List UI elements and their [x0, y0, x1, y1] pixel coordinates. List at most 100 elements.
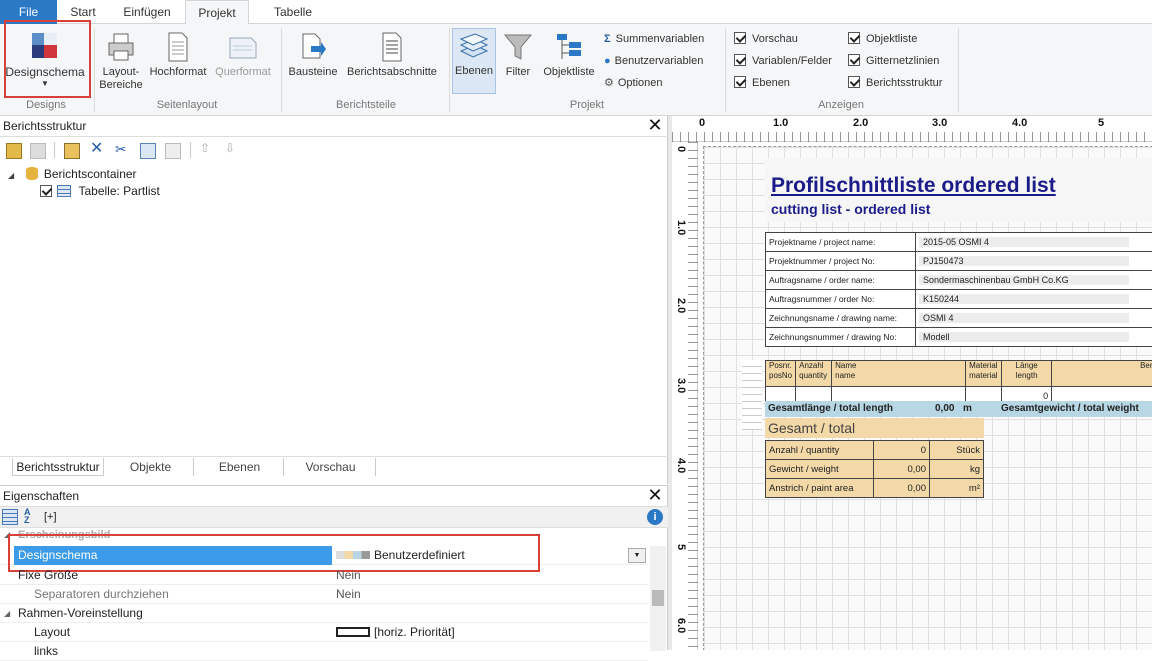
info-label: Auftragsname / order name:: [769, 275, 875, 285]
title-block[interactable]: Profilschnittliste ordered list cutting …: [765, 158, 1152, 222]
prop-row-layout[interactable]: Layout [horiz. Priorität]: [0, 623, 648, 642]
ruler-label: 3.0: [675, 378, 687, 393]
tree-node-berichtscontainer[interactable]: ◢ Berichtscontainer: [8, 166, 137, 182]
add-disabled-icon[interactable]: [30, 143, 46, 159]
ruler-label: 6.0: [675, 618, 687, 633]
prop-row-separatoren[interactable]: Separatoren durchziehen Nein: [0, 585, 648, 604]
info-value: OSMI 4: [919, 313, 1129, 323]
summenvariablen-button[interactable]: ΣSummenvariablen: [604, 31, 704, 47]
prop-name: Separatoren durchziehen: [34, 585, 348, 604]
properties-icon[interactable]: [64, 143, 80, 159]
ruler-label: 0: [699, 117, 705, 129]
layout-bereiche-button[interactable]: Layout- Bereiche: [96, 32, 146, 92]
checkbox-checked-icon: [848, 54, 860, 66]
partlist-table[interactable]: Posnr.posNoAnzahlquantityNamenameMateria…: [765, 360, 1152, 406]
layers-icon: [459, 33, 489, 61]
move-down-icon[interactable]: ⇩: [225, 140, 241, 156]
tab-tabelle[interactable]: Tabelle: [258, 0, 328, 24]
cut-icon[interactable]: ✂: [115, 141, 131, 157]
column-header-line2: material: [969, 371, 997, 380]
categorized-view-icon[interactable]: [2, 509, 18, 525]
project-info-table[interactable]: Projektname / project name:2015-05 OSMI …: [765, 232, 1152, 347]
filter-button[interactable]: Filter: [498, 32, 538, 79]
close-icon[interactable]: ✕: [646, 117, 664, 135]
report-canvas[interactable]: 0 1.0 2.0 3.0 4.0 5 0 1.0 2.0 3.0 4.0 5 …: [672, 116, 1152, 650]
prop-value[interactable]: Nein: [336, 566, 636, 585]
dropdown-arrow-icon[interactable]: ▼: [628, 548, 646, 563]
tab-objekte[interactable]: Objekte: [108, 458, 194, 476]
vorschau-checkbox[interactable]: Vorschau: [734, 31, 798, 47]
objektliste-button[interactable]: Objektliste: [538, 32, 600, 79]
move-up-icon[interactable]: ⇧: [200, 140, 216, 156]
ruler-label: 4.0: [1012, 117, 1027, 129]
sort-az-icon[interactable]: AZ: [24, 508, 40, 524]
tab-vorschau[interactable]: Vorschau: [286, 458, 376, 476]
totals-table[interactable]: Anzahl / quantity0StückGewicht / weight0…: [765, 440, 984, 498]
prop-value[interactable]: Nein: [336, 585, 636, 604]
totals-row: Anzahl / quantity0Stück: [766, 441, 984, 460]
filter-icon: [503, 32, 533, 62]
ebenen-checkbox[interactable]: Ebenen: [734, 75, 790, 91]
hochformat-button[interactable]: Hochformat: [145, 32, 211, 79]
info-value: Sondermaschinenbau GmbH Co.KG: [919, 275, 1129, 285]
querformat-button[interactable]: Querformat: [210, 32, 276, 79]
tab-berichtsstruktur[interactable]: Berichtsstruktur: [12, 458, 104, 476]
totals-value: 0,00: [874, 460, 930, 479]
copy-icon[interactable]: [140, 143, 156, 159]
designschema-highlight: [4, 20, 91, 98]
tab-einfuegen[interactable]: Einfügen: [110, 0, 184, 24]
totals-value: 0,00: [874, 479, 930, 498]
scrollbar-thumb[interactable]: [652, 590, 664, 606]
variablen-felder-checkbox[interactable]: Variablen/Felder: [734, 53, 832, 69]
expand-all-button[interactable]: [+]: [44, 509, 68, 525]
paste-icon[interactable]: [165, 143, 181, 159]
objektliste-checkbox[interactable]: Objektliste: [848, 31, 917, 47]
berichtsabschnitte-label: Berichtsabschnitte: [342, 66, 442, 79]
objektliste-label: Objektliste: [538, 66, 600, 79]
column-header-line2: posNo: [769, 371, 792, 380]
totals-label: Anstrich / paint area: [766, 479, 874, 498]
ruler-label: 1.0: [773, 117, 788, 129]
berichtsabschnitte-button[interactable]: Berichtsabschnitte: [342, 32, 442, 79]
prop-row-fixe-groesse[interactable]: Fixe Größe Nein: [0, 566, 648, 585]
close-icon[interactable]: ✕: [646, 487, 664, 505]
benutzervariablen-button[interactable]: ●Benutzervariablen: [604, 53, 703, 69]
tab-projekt[interactable]: Projekt: [185, 0, 249, 25]
berichtsstruktur-checkbox[interactable]: Berichtsstruktur: [848, 75, 942, 91]
bausteine-button[interactable]: Bausteine: [285, 32, 341, 79]
totals-value: 0: [874, 441, 930, 460]
objektliste-check-label: Objektliste: [866, 33, 917, 45]
properties-toolbar: AZ [+] i: [0, 506, 668, 528]
collapse-triangle-icon: ◢: [4, 604, 10, 623]
prop-row-rahmen[interactable]: ◢ Rahmen-Voreinstellung: [0, 604, 648, 623]
info-label-cell: Projektnummer / project No:: [766, 252, 916, 271]
optionen-button[interactable]: ⚙Optionen: [604, 75, 663, 91]
ribbon-tab-bar: File Start Einfügen Projekt Tabelle: [0, 0, 1152, 24]
info-value-cell: 2015-05 OSMI 4: [916, 233, 1152, 252]
add-container-icon[interactable]: [6, 143, 22, 159]
total-length-row[interactable]: Gesamtlänge / total length 0,00 m Gesamt…: [765, 401, 1152, 417]
column-header-line2: name: [835, 371, 855, 380]
landscape-page-icon: [228, 32, 258, 62]
total-section-title[interactable]: Gesamt / total: [765, 418, 984, 438]
properties-panel: Eigenschaften ✕ AZ [+] i Erscheinungsbil…: [0, 485, 668, 650]
report-subtitle: cutting list - ordered list: [771, 201, 930, 217]
info-value: 2015-05 OSMI 4: [919, 237, 1129, 247]
ebenen-button[interactable]: Ebenen: [452, 28, 496, 94]
querformat-label: Querformat: [210, 66, 276, 79]
info-label: Projektnummer / project No:: [769, 256, 875, 266]
gitternetzlinien-checkbox[interactable]: Gitternetzlinien: [848, 53, 939, 69]
delete-icon[interactable]: ✕: [90, 141, 106, 157]
designs-group-label: Designs: [0, 99, 92, 111]
filter-label: Filter: [498, 66, 538, 79]
tree-node-table-partlist[interactable]: Tabelle: Partlist: [40, 183, 160, 199]
portrait-page-icon: [166, 32, 190, 62]
horizontal-ruler: 0 1.0 2.0 3.0 4.0 5: [672, 116, 1152, 142]
gitternetzlinien-label: Gitternetzlinien: [866, 55, 939, 67]
checkbox-checked-icon[interactable]: [40, 185, 52, 197]
prop-row-links[interactable]: links: [0, 642, 648, 661]
tab-ebenen[interactable]: Ebenen: [196, 458, 284, 476]
prop-value[interactable]: [horiz. Priorität]: [336, 623, 636, 642]
info-icon[interactable]: i: [647, 509, 663, 525]
properties-scrollbar[interactable]: [650, 546, 666, 651]
